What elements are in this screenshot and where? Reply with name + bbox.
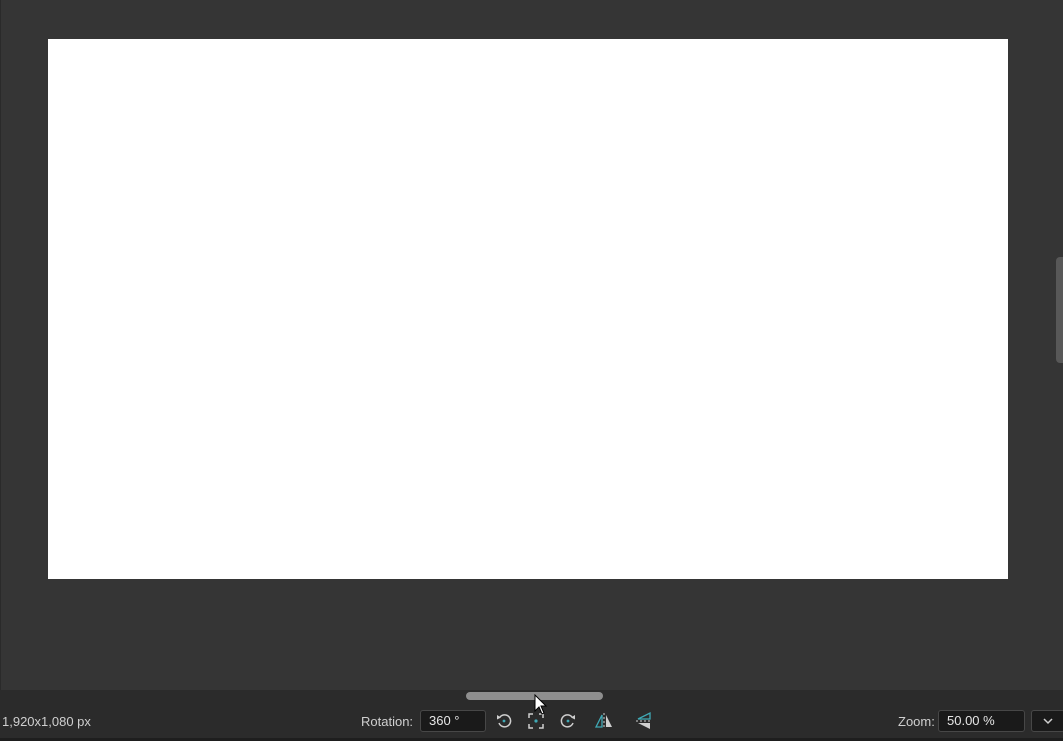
zoom-dropdown-button[interactable] bbox=[1031, 710, 1063, 732]
vertical-scrollbar-thumb[interactable] bbox=[1056, 257, 1063, 363]
zoom-label: Zoom: bbox=[898, 714, 935, 729]
rotation-label: Rotation: bbox=[361, 714, 414, 729]
horizontal-scrollbar[interactable] bbox=[0, 690, 1063, 702]
canvas-workspace[interactable] bbox=[0, 0, 1063, 690]
rotate-ccw-icon[interactable] bbox=[494, 711, 514, 731]
rotate-cw-icon[interactable] bbox=[558, 711, 578, 731]
zoom-input[interactable]: 50.00 % bbox=[938, 710, 1025, 732]
chevron-down-icon bbox=[1043, 718, 1053, 725]
rotation-input[interactable]: 360 ° bbox=[420, 710, 486, 732]
document-canvas[interactable] bbox=[48, 39, 1008, 579]
mouse-cursor-icon bbox=[534, 694, 548, 715]
document-dimensions: 1,920x1,080 px bbox=[2, 714, 91, 729]
flip-horizontal-icon[interactable] bbox=[594, 711, 614, 731]
status-bar: 1,920x1,080 px Rotation: 360 ° Zoom: 50.… bbox=[0, 702, 1063, 741]
flip-vertical-icon[interactable] bbox=[634, 711, 654, 731]
